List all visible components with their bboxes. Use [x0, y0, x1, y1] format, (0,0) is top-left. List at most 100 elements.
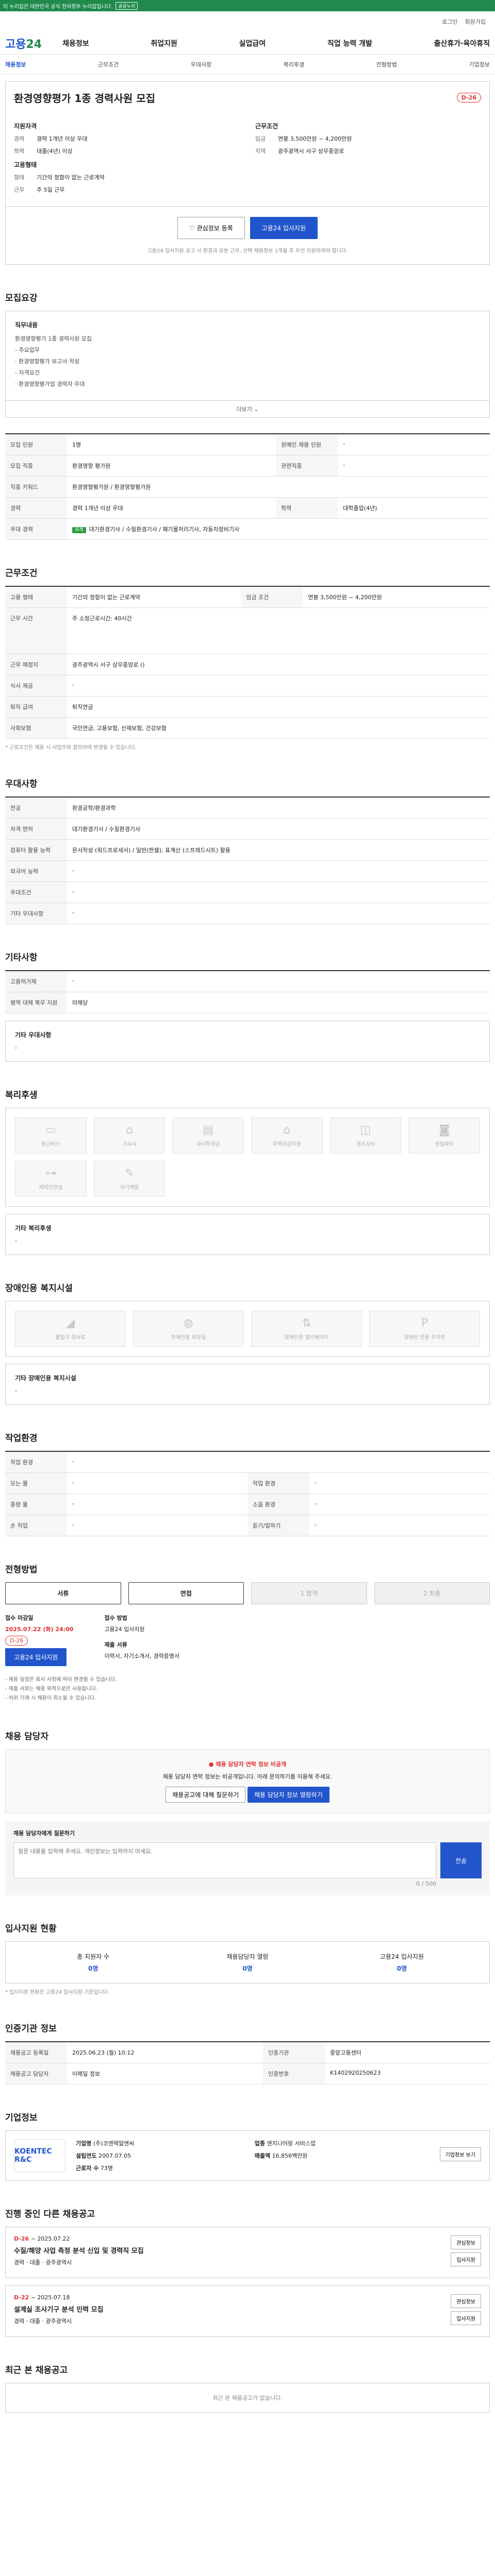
contact-warning: ● 채용 담당자 연락 정보 비공개 채용 담당자 연락 정보는 비공개입니다.…	[5, 1749, 490, 1814]
apply-button[interactable]: 입사지원	[451, 2252, 481, 2266]
section-title: 인증기관 정보	[5, 2024, 57, 2034]
qualification-heading: 지원자격	[14, 123, 37, 130]
send-button[interactable]: 전송	[440, 1842, 482, 1878]
company-box: KOENTEC R&C 기업명 (주)코엔텍알앤씨 업종 엔지니어링 서비스업 …	[5, 2130, 490, 2181]
job-description-box: 직무내용 환경영향평가 1종 경력사원 모집 - 주요업무 · 환경영향평가 보고…	[5, 311, 490, 401]
conditions-heading: 근무조건	[255, 123, 278, 130]
favorite-button[interactable]: 관심정보	[451, 2294, 481, 2308]
favorite-button[interactable]: ♡ 관심정보 등록	[177, 217, 245, 239]
disabled-box: ◢ 출입구 경사로 ◍ 장애인용 화장실 ⇅ 장애인용 엘리베이터 P 장애인 전용 주…	[5, 1301, 490, 1357]
section-title: 모집요강	[5, 293, 38, 303]
preference-table: 전공 환경공학/환경과학 자격 면허 대기환경기사 / 수질환경기사 컴퓨터 활용 …	[5, 796, 490, 924]
question-box: 채용 담당자에게 질문하기 전송 0 / 500	[5, 1821, 490, 1895]
recruit-table: 모집 인원 1명 원예인 채용 인원 - 모집 직종 환경영향 평가원 관련직종 - 직종 …	[5, 433, 490, 540]
apply-button-2[interactable]: 고용24 입사지원	[5, 1648, 67, 1666]
section-title: 최근 본 채용공고	[5, 2365, 68, 2376]
tab-company[interactable]: 기업정보	[469, 60, 489, 69]
recruit-section: 모집요강 직무내용 환경영향평가 1종 경력사원 모집 - 주요업무 · 환경영향…	[5, 291, 490, 540]
login-link[interactable]: 로그인	[442, 18, 457, 26]
section-title: 입사지원 현황	[5, 1924, 57, 1934]
welfare-card: ▤ 자녀학자금	[172, 1117, 244, 1154]
recent-empty: 최근 본 채용공고가 없습니다.	[5, 2383, 490, 2413]
stat-value: 0명	[397, 1965, 407, 1972]
etc-box: 기타 우대사항 -	[5, 1021, 490, 1062]
more-button[interactable]: 더보기 ⌄	[5, 401, 490, 418]
welfare-card: ◫ 경조사비	[329, 1117, 402, 1154]
signup-link[interactable]: 회원가입	[465, 18, 486, 26]
company-info-button[interactable]: 기업정보 보기	[439, 2147, 481, 2161]
section-title: 기타사항	[5, 953, 38, 963]
deadline-dday: D-26	[5, 1636, 28, 1646]
auth-table: 채용공고 등록일 2025.06.23 (월) 10:12 인증기관 중앙고용센터 채…	[5, 2041, 490, 2084]
view-contact-button[interactable]: 채용 담당자 정보 열람하기	[247, 1787, 329, 1803]
gnb-item-training[interactable]: 직업 능력 개발	[327, 38, 372, 48]
facility-card: ◍ 장애인용 화장실	[133, 1311, 244, 1347]
toilet-icon: ◍	[183, 1317, 194, 1330]
gnb-item-unemployment[interactable]: 실업급여	[239, 38, 266, 48]
section-title: 복리후생	[5, 1090, 38, 1100]
gnb-item-jobs[interactable]: 채용정보	[62, 38, 89, 48]
conditions-section: 근무조건 고용 형태 기간의 정함이 없는 근로계약 임금 조건 연봉 3,500만원…	[5, 566, 490, 751]
job-header: 환경영향평가 1종 경력사원 모집 D-26 지원자격 경력 경력 1개년 이상 우…	[5, 81, 490, 207]
career-value: 경력 1개년 이상 우대	[37, 135, 88, 142]
disabled-etc-box: 기타 장애인용 복지시설 -	[5, 1364, 490, 1405]
dorm-icon: ⌂	[126, 1124, 133, 1137]
job-card[interactable]: D-26 ~ 2025.07.22 수질/해양 사업 측정 분석 신입 및 경력직…	[5, 2227, 490, 2278]
tab-process[interactable]: 전형방법	[376, 60, 397, 69]
job-card[interactable]: D-22 ~ 2025.07.18 설계실 조사기구 분석 인력 모집 경력 · 대…	[5, 2285, 490, 2337]
welfare-box: ▭ 통근버스 ⌂ 기숙사 ▤ 자녀학자금 ⌂ 주택자금지원 ◫ 경조사비 ◙ 생일파티 ⊶ 체…	[5, 1108, 490, 1207]
stat-section: 입사지원 현황 총 지원자 수 0명 채용담당자 열람 0명 고용24 입사지원 0명…	[5, 1921, 490, 1995]
welfare-card: ▭ 통근버스	[15, 1117, 87, 1154]
favorite-button[interactable]: 관심정보	[451, 2235, 481, 2249]
alert-icon: ●	[208, 1761, 214, 1768]
section-title: 진행 중인 다른 채용공고	[5, 2209, 95, 2219]
bus-icon: ▭	[45, 1124, 56, 1137]
section-title: 우대사항	[5, 779, 38, 789]
disabled-section: 장애인용 복지시설 ◢ 출입구 경사로 ◍ 장애인용 화장실 ⇅ 장애인용 엘리베이터…	[5, 1281, 490, 1405]
welfare-etc-box: 기타 복리후생 -	[5, 1214, 490, 1255]
ask-question-button[interactable]: 채용공고에 대해 질문하기	[166, 1787, 246, 1803]
tab-conditions[interactable]: 근무조건	[98, 60, 119, 69]
location-value: 광주광역시 서구 상무중앙로	[278, 148, 344, 155]
other-jobs-section: 진행 중인 다른 채용공고 D-26 ~ 2025.07.22 수질/해양 사업 …	[5, 2207, 490, 2337]
process-notes: - 채용 일정은 회사 사정에 따라 변경될 수 있습니다. - 제출 서류는 채…	[5, 1677, 117, 1701]
facility-card: P 장애인 전용 주차장	[369, 1311, 480, 1347]
apply-button[interactable]: 입사지원	[451, 2311, 481, 2325]
apply-button[interactable]: 고용24 입사지원	[250, 217, 318, 239]
env-table: 작업 환경 - 모는 물 - 작업 환경 - 중량 물 - 소음 환경 - 손 작업 - 듣기/말…	[5, 1451, 490, 1536]
welfare-section: 복리후생 ▭ 통근버스 ⌂ 기숙사 ▤ 자녀학자금 ⌂ 주택자금지원 ◫ 경조사비 ◙ 생일…	[5, 1088, 490, 1255]
dumbbell-icon: ⊶	[45, 1167, 57, 1180]
welfare-card: ✎ 자기계발	[93, 1161, 166, 1197]
step-document: 서류	[5, 1582, 121, 1604]
tab-recruit[interactable]: 채용정보	[5, 60, 26, 69]
section-title: 채용 담당자	[5, 1732, 49, 1742]
process-section: 전형방법 서류 면접 1 합격 2 최종 접수 마감일 2025.07.22 (…	[5, 1562, 490, 1703]
conditions-table: 고용 형태 기간의 정함이 없는 근로계약 임금 조건 연봉 3,500만원 ~ 4,…	[5, 586, 490, 739]
facility-card: ⇅ 장애인용 엘리베이터	[251, 1311, 362, 1347]
work-schedule-value: 주 5일 근무	[37, 187, 65, 193]
pencil-icon: ✎	[124, 1167, 135, 1180]
gov-banner-button[interactable]: 공공누리	[116, 2, 138, 10]
house-icon: ⌂	[283, 1124, 291, 1137]
tab-preference[interactable]: 우대사항	[191, 60, 211, 69]
step-final: 2 최종	[374, 1582, 490, 1604]
etc-table: 고용허가제 - 병역 대체 복무 지원 미해당	[5, 970, 490, 1013]
site-logo[interactable]: 고용24	[5, 35, 42, 52]
global-nav: 고용24 채용정보 취업지원 실업급여 직업 능력 개발 출산휴가·육아휴직	[0, 32, 495, 55]
stat-value: 0명	[242, 1965, 253, 1972]
step-pass: 1 합격	[251, 1582, 367, 1604]
parking-icon: P	[421, 1317, 428, 1330]
util-bar: 로그인 회원가입	[0, 11, 495, 32]
question-input[interactable]	[13, 1842, 436, 1878]
env-section: 작업환경 작업 환경 - 모는 물 - 작업 환경 - 중량 물 - 소음 환경 - 손 작업…	[5, 1431, 490, 1536]
employment-heading: 고용형태	[14, 161, 37, 168]
welfare-card: ⊶ 체력단련실	[15, 1161, 87, 1197]
company-logo: KOENTEC R&C	[14, 2139, 65, 2172]
section-title: 장애인용 복지시설	[5, 1283, 73, 1294]
gnb-item-leave[interactable]: 출산휴가·육아휴직	[434, 38, 490, 48]
contact-section: 채용 담당자 ● 채용 담당자 연락 정보 비공개 채용 담당자 연락 정보는 …	[5, 1729, 490, 1895]
apply-note: 고용24 입사지원 공고 시 환경과 유분 근무, 선택 채용정보 1개월 후 …	[147, 248, 348, 254]
gnb-item-support[interactable]: 취업지원	[151, 38, 177, 48]
tab-welfare[interactable]: 복리후생	[284, 60, 304, 69]
job-title: 환경영향평가 1종 경력사원 모집	[14, 92, 156, 105]
